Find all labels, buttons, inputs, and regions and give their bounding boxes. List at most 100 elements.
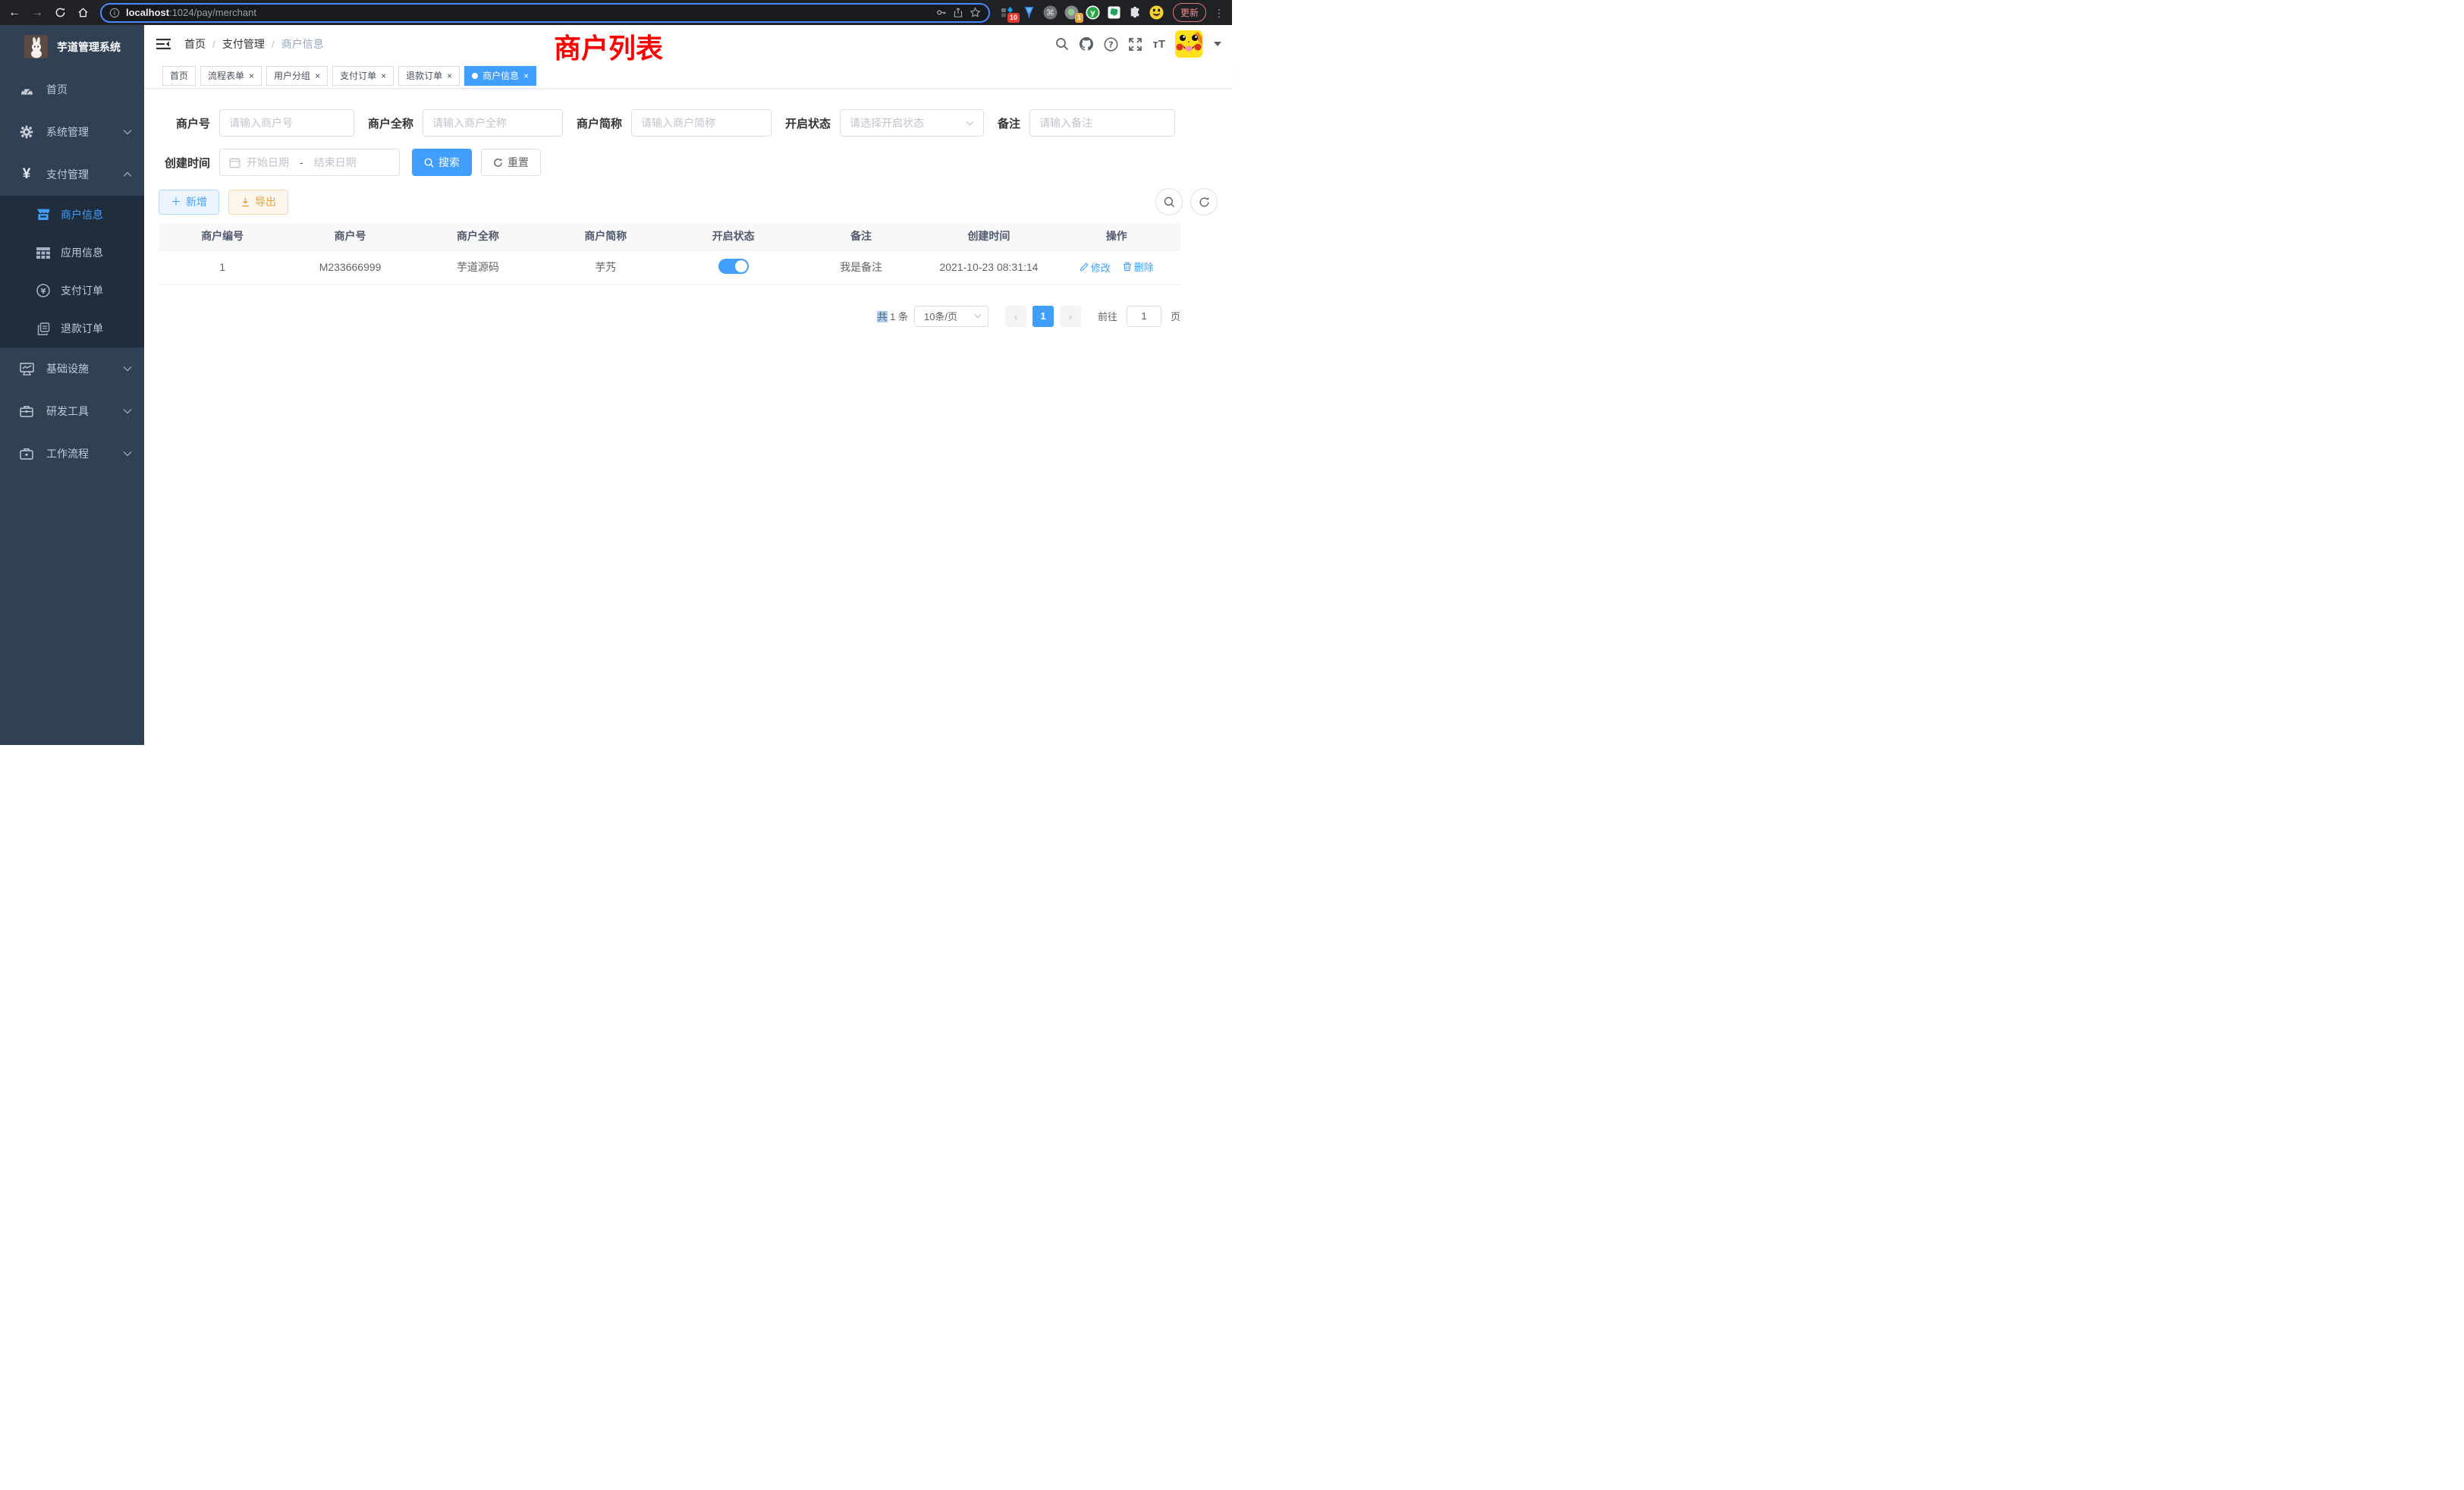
- status-toggle[interactable]: [718, 259, 749, 274]
- extension-chat-icon[interactable]: [1107, 5, 1121, 20]
- refresh-circle-button[interactable]: [1190, 188, 1218, 215]
- col-merchant-id: 商户编号: [159, 223, 286, 250]
- prev-page-button[interactable]: ‹: [1005, 306, 1026, 327]
- cell-actions: 修改 删除: [1053, 250, 1180, 284]
- extension-status-circle-icon[interactable]: 1: [1064, 5, 1079, 20]
- help-icon[interactable]: ?: [1104, 37, 1118, 52]
- sidebar-item-label: 支付管理: [46, 167, 123, 182]
- sidebar-item-pay[interactable]: ¥ 支付管理: [0, 153, 144, 196]
- pay-submenu: 商户信息 应用信息 ¥ 支付订单 退款订单: [0, 196, 144, 347]
- cell-merchant-no: M233666999: [286, 250, 413, 284]
- browser-update-button[interactable]: 更新: [1173, 3, 1206, 22]
- sidebar-item-infra[interactable]: 基础设施: [0, 347, 144, 390]
- address-bar[interactable]: localhost:1024/pay/merchant: [100, 3, 990, 23]
- extension-y-icon[interactable]: y: [1086, 5, 1100, 20]
- sidebar-item-refund-order[interactable]: 退款订单: [0, 310, 144, 347]
- chevron-up-icon: [123, 171, 132, 178]
- sidebar-item-label: 研发工具: [46, 404, 123, 419]
- tag-user-group[interactable]: 用户分组×: [266, 66, 328, 86]
- bookmark-star-icon[interactable]: [970, 7, 981, 18]
- avatar-caret-icon[interactable]: [1214, 42, 1221, 46]
- tag-close-icon[interactable]: ×: [381, 71, 386, 81]
- sidebar-item-merchant-info[interactable]: 商户信息: [0, 196, 144, 234]
- merchant-no-input-wrap: [219, 109, 354, 137]
- tag-close-icon[interactable]: ×: [447, 71, 452, 81]
- tag-close-icon[interactable]: ×: [523, 71, 529, 81]
- page-size-value: 10条/页: [924, 309, 957, 323]
- full-name-label: 商户全称: [368, 115, 413, 131]
- export-button[interactable]: 导出: [228, 190, 288, 215]
- monitor-chart-icon: [17, 363, 36, 376]
- merchant-no-input[interactable]: [229, 117, 344, 129]
- status-select[interactable]: 请选择开启状态: [840, 109, 984, 137]
- sidebar-item-devtools[interactable]: 研发工具: [0, 390, 144, 432]
- browser-reload-button[interactable]: [50, 3, 70, 23]
- browser-back-button[interactable]: ←: [5, 3, 24, 23]
- filter-row-2: 创建时间 开始日期 - 结束日期 搜索 重置: [159, 149, 1218, 176]
- tag-home[interactable]: 首页: [162, 66, 196, 86]
- extension-emoji-icon[interactable]: [1149, 5, 1164, 20]
- extensions-puzzle-icon[interactable]: [1128, 5, 1142, 20]
- extension-vimium-icon[interactable]: [1022, 5, 1036, 20]
- merchant-no-label: 商户号: [159, 115, 210, 131]
- sidebar-item-app-info[interactable]: 应用信息: [0, 234, 144, 272]
- tag-refund-order[interactable]: 退款订单×: [398, 66, 460, 86]
- page-size-select[interactable]: 10条/页: [914, 306, 988, 327]
- breadcrumb: 首页 / 支付管理 / 商户信息: [184, 36, 324, 52]
- github-icon[interactable]: [1079, 36, 1094, 52]
- sidebar-logo[interactable]: 芋道管理系统: [0, 25, 144, 68]
- filter-row-1: 商户号 商户全称 商户简称 开启状态 请选择开启状态 备注: [159, 109, 1218, 137]
- tag-close-icon[interactable]: ×: [249, 71, 254, 81]
- share-icon[interactable]: [953, 7, 963, 18]
- password-key-icon[interactable]: [935, 7, 947, 18]
- toggle-search-circle-button[interactable]: [1155, 188, 1183, 215]
- tag-pay-order[interactable]: 支付订单×: [332, 66, 394, 86]
- header-search-icon[interactable]: [1055, 37, 1069, 51]
- next-page-button[interactable]: ›: [1060, 306, 1081, 327]
- fullscreen-icon[interactable]: [1128, 37, 1142, 52]
- sidebar-item-label: 应用信息: [61, 245, 103, 260]
- goto-unit-label: 页: [1171, 309, 1180, 323]
- status-label: 开启状态: [785, 115, 831, 131]
- browser-forward-button[interactable]: →: [27, 3, 47, 23]
- breadcrumb-pay[interactable]: 支付管理: [222, 36, 265, 52]
- sidebar-item-label: 首页: [46, 82, 132, 97]
- browser-menu-icon[interactable]: ⋮: [1214, 8, 1224, 18]
- table-header-row: 商户编号 商户号 商户全称 商户简称 开启状态 备注 创建时间 操作: [159, 223, 1180, 250]
- remark-input[interactable]: [1039, 117, 1165, 129]
- url-path: :1024/pay/merchant: [169, 7, 256, 18]
- reset-button[interactable]: 重置: [481, 149, 541, 176]
- user-avatar[interactable]: [1175, 30, 1202, 58]
- sidebar-item-system[interactable]: 系统管理: [0, 111, 144, 153]
- edit-pencil-icon: [1080, 262, 1089, 272]
- tag-merchant-info[interactable]: 商户信息×: [464, 66, 536, 86]
- page-number-1[interactable]: 1: [1032, 306, 1054, 327]
- edit-link[interactable]: 修改: [1080, 260, 1111, 275]
- sidebar-item-home[interactable]: 首页: [0, 68, 144, 111]
- tag-label: 首页: [170, 69, 188, 82]
- add-button[interactable]: ＋ 新增: [159, 190, 219, 215]
- sidebar-fold-icon[interactable]: [156, 38, 171, 50]
- tag-close-icon[interactable]: ×: [315, 71, 320, 81]
- sidebar-item-workflow[interactable]: 工作流程: [0, 432, 144, 475]
- search-button[interactable]: 搜索: [412, 149, 472, 176]
- delete-link[interactable]: 删除: [1123, 259, 1154, 274]
- font-size-icon[interactable]: ᴛT: [1152, 38, 1165, 51]
- col-remark: 备注: [797, 223, 925, 250]
- sidebar-item-pay-order[interactable]: ¥ 支付订单: [0, 272, 144, 310]
- site-info-icon[interactable]: [109, 8, 120, 18]
- extension-grid-icon[interactable]: 10: [1001, 5, 1015, 20]
- goto-page-input[interactable]: [1127, 306, 1161, 327]
- export-button-label: 导出: [255, 194, 276, 209]
- short-name-input[interactable]: [641, 117, 762, 129]
- refresh-icon: [1199, 196, 1210, 208]
- full-name-input[interactable]: [432, 117, 553, 129]
- browser-home-button[interactable]: [73, 3, 93, 23]
- pagination-total-rest: 1 条: [890, 311, 908, 322]
- date-range-picker[interactable]: 开始日期 - 结束日期: [219, 149, 400, 176]
- tag-process-form[interactable]: 流程表单×: [200, 66, 262, 86]
- svg-text:?: ?: [1109, 39, 1114, 49]
- breadcrumb-home[interactable]: 首页: [184, 36, 206, 52]
- extension-command-icon[interactable]: ⌘: [1043, 5, 1058, 20]
- search-icon: [424, 158, 434, 168]
